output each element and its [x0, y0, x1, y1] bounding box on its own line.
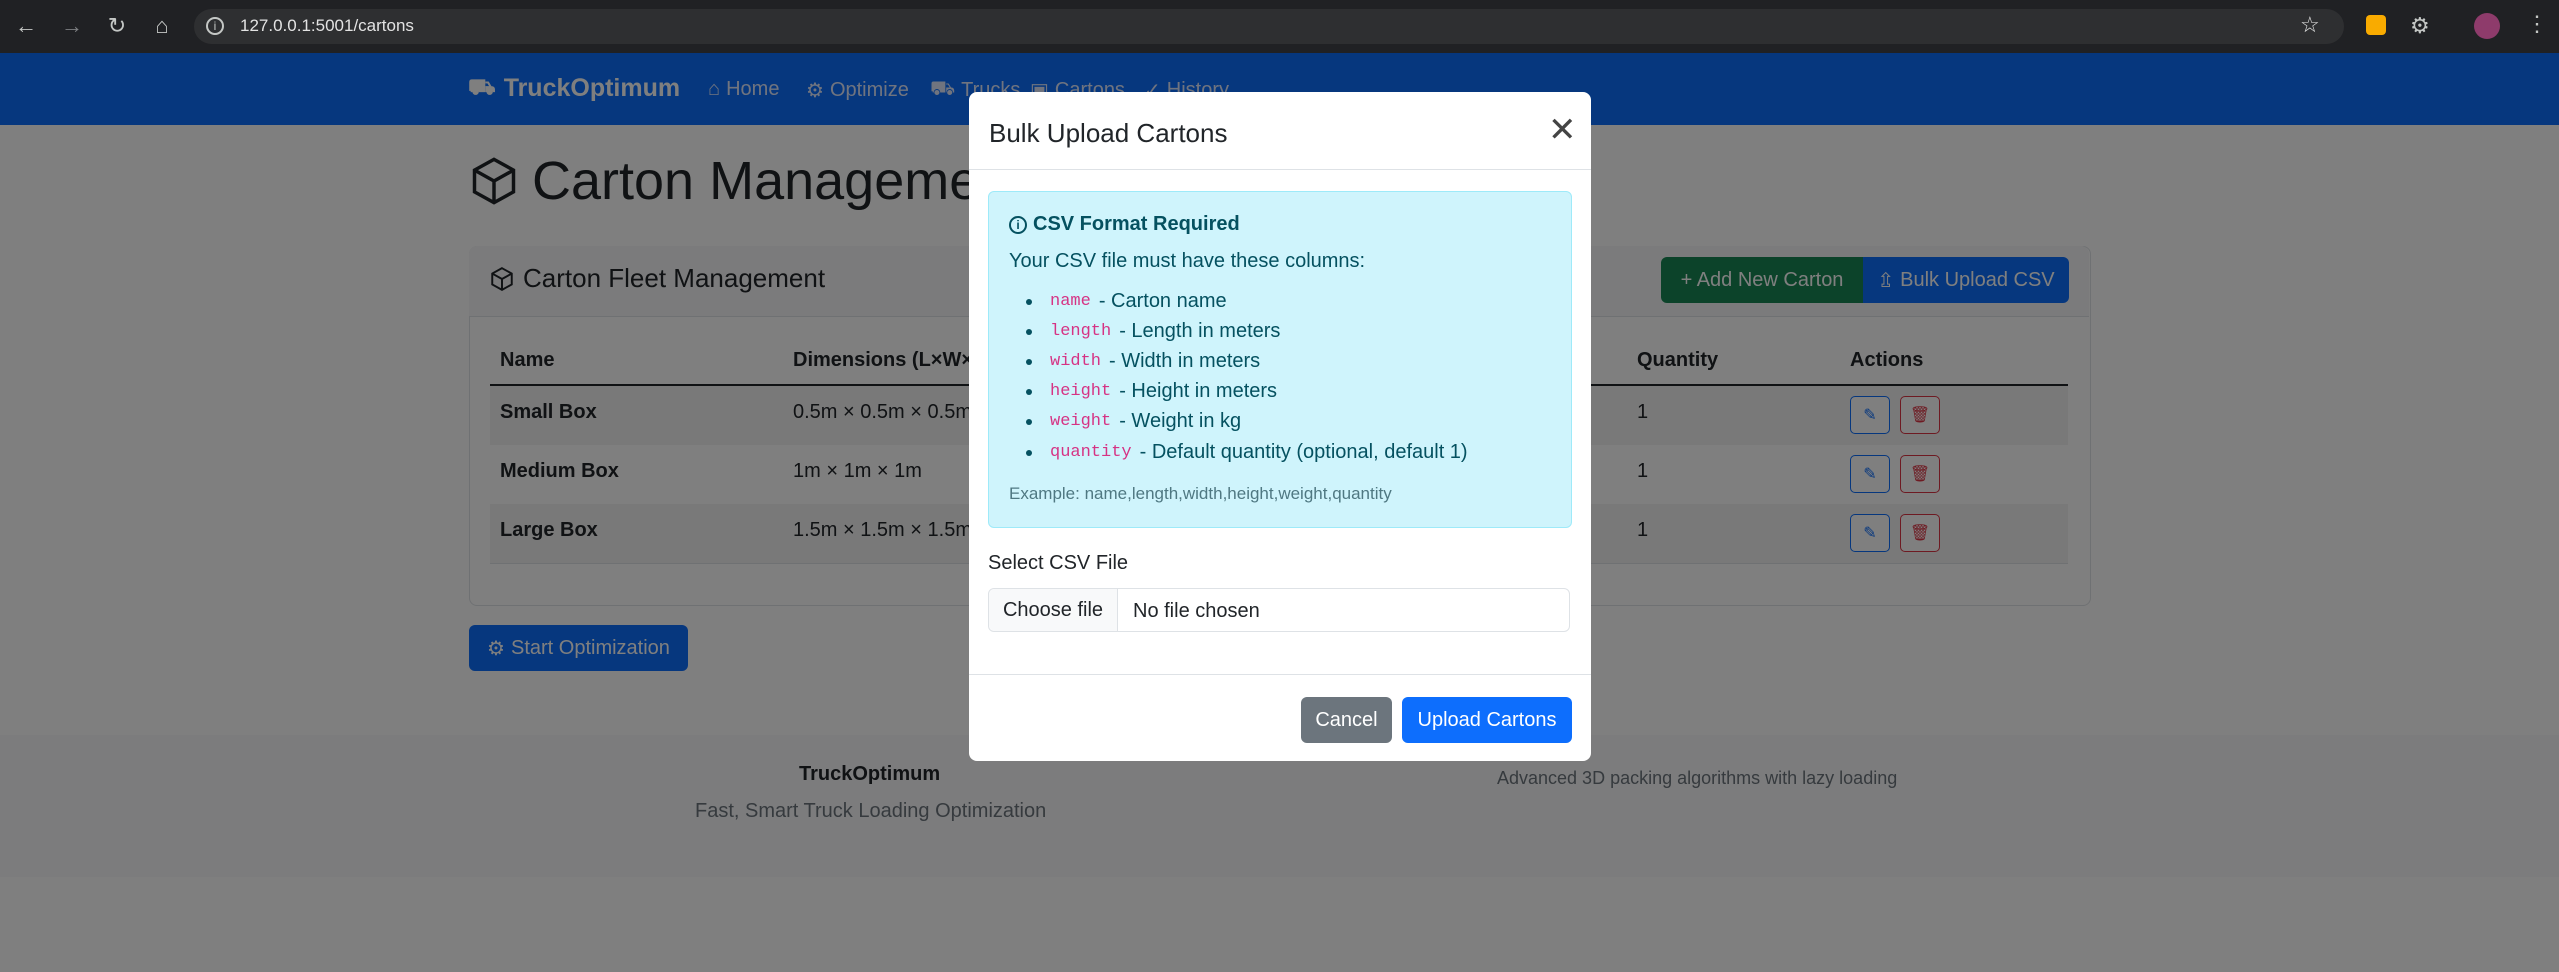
column-code: quantity: [1050, 443, 1132, 462]
modal-footer-divider: [969, 674, 1591, 675]
choose-file-button[interactable]: Choose file: [989, 589, 1118, 631]
column-code: length: [1050, 322, 1112, 341]
alert-title-text: CSV Format Required: [1033, 213, 1240, 235]
csv-example: Example: name,length,width,height,weight…: [1009, 484, 1392, 503]
list-item: quantity - Default quantity (optional, de…: [1026, 441, 1468, 464]
alert-title: i CSV Format Required: [1009, 213, 1240, 236]
list-item: height - Height in meters: [1026, 380, 1277, 403]
extension-icon[interactable]: [2366, 15, 2386, 35]
forward-icon[interactable]: →: [58, 12, 86, 40]
column-code: name: [1050, 292, 1091, 311]
profile-avatar[interactable]: [2474, 13, 2500, 39]
url-text: 127.0.0.1:5001/cartons: [240, 16, 414, 35]
modal-title: Bulk Upload Cartons: [989, 118, 1228, 148]
site-info-icon[interactable]: i: [206, 17, 224, 35]
column-desc: - Default quantity (optional, default 1): [1139, 441, 1468, 463]
back-icon[interactable]: ←: [12, 12, 40, 40]
column-desc: - Height in meters: [1119, 380, 1278, 402]
modal-header-divider: [969, 169, 1591, 170]
file-label: Select CSV File: [988, 552, 1129, 574]
no-file-text: No file chosen: [1133, 600, 1260, 622]
info-icon: i: [1009, 215, 1027, 234]
list-item: length - Length in meters: [1026, 320, 1280, 343]
column-code: height: [1050, 382, 1112, 401]
address-bar[interactable]: [194, 9, 2344, 44]
column-desc: - Width in meters: [1109, 350, 1261, 372]
column-code: weight: [1050, 412, 1112, 431]
browser-menu-icon[interactable]: ⋮: [2526, 11, 2548, 37]
upload-cartons-button[interactable]: Upload Cartons: [1402, 697, 1572, 743]
reload-icon[interactable]: ↻: [103, 12, 131, 40]
bookmark-star-icon[interactable]: ☆: [2300, 12, 2320, 38]
list-item: name - Carton name: [1026, 290, 1227, 313]
column-code: width: [1050, 352, 1102, 371]
cancel-button[interactable]: Cancel: [1301, 697, 1392, 743]
column-desc: - Carton name: [1098, 290, 1227, 312]
close-icon[interactable]: ✕: [1548, 113, 1577, 147]
list-item: weight - Weight in kg: [1026, 410, 1241, 433]
extensions-puzzle-icon[interactable]: ⚙: [2410, 13, 2430, 39]
column-desc: - Length in meters: [1119, 320, 1281, 342]
alert-intro: Your CSV file must have these columns:: [1009, 250, 1366, 272]
column-desc: - Weight in kg: [1119, 410, 1242, 432]
list-item: width - Width in meters: [1026, 350, 1260, 373]
home-icon[interactable]: ⌂: [148, 12, 176, 40]
